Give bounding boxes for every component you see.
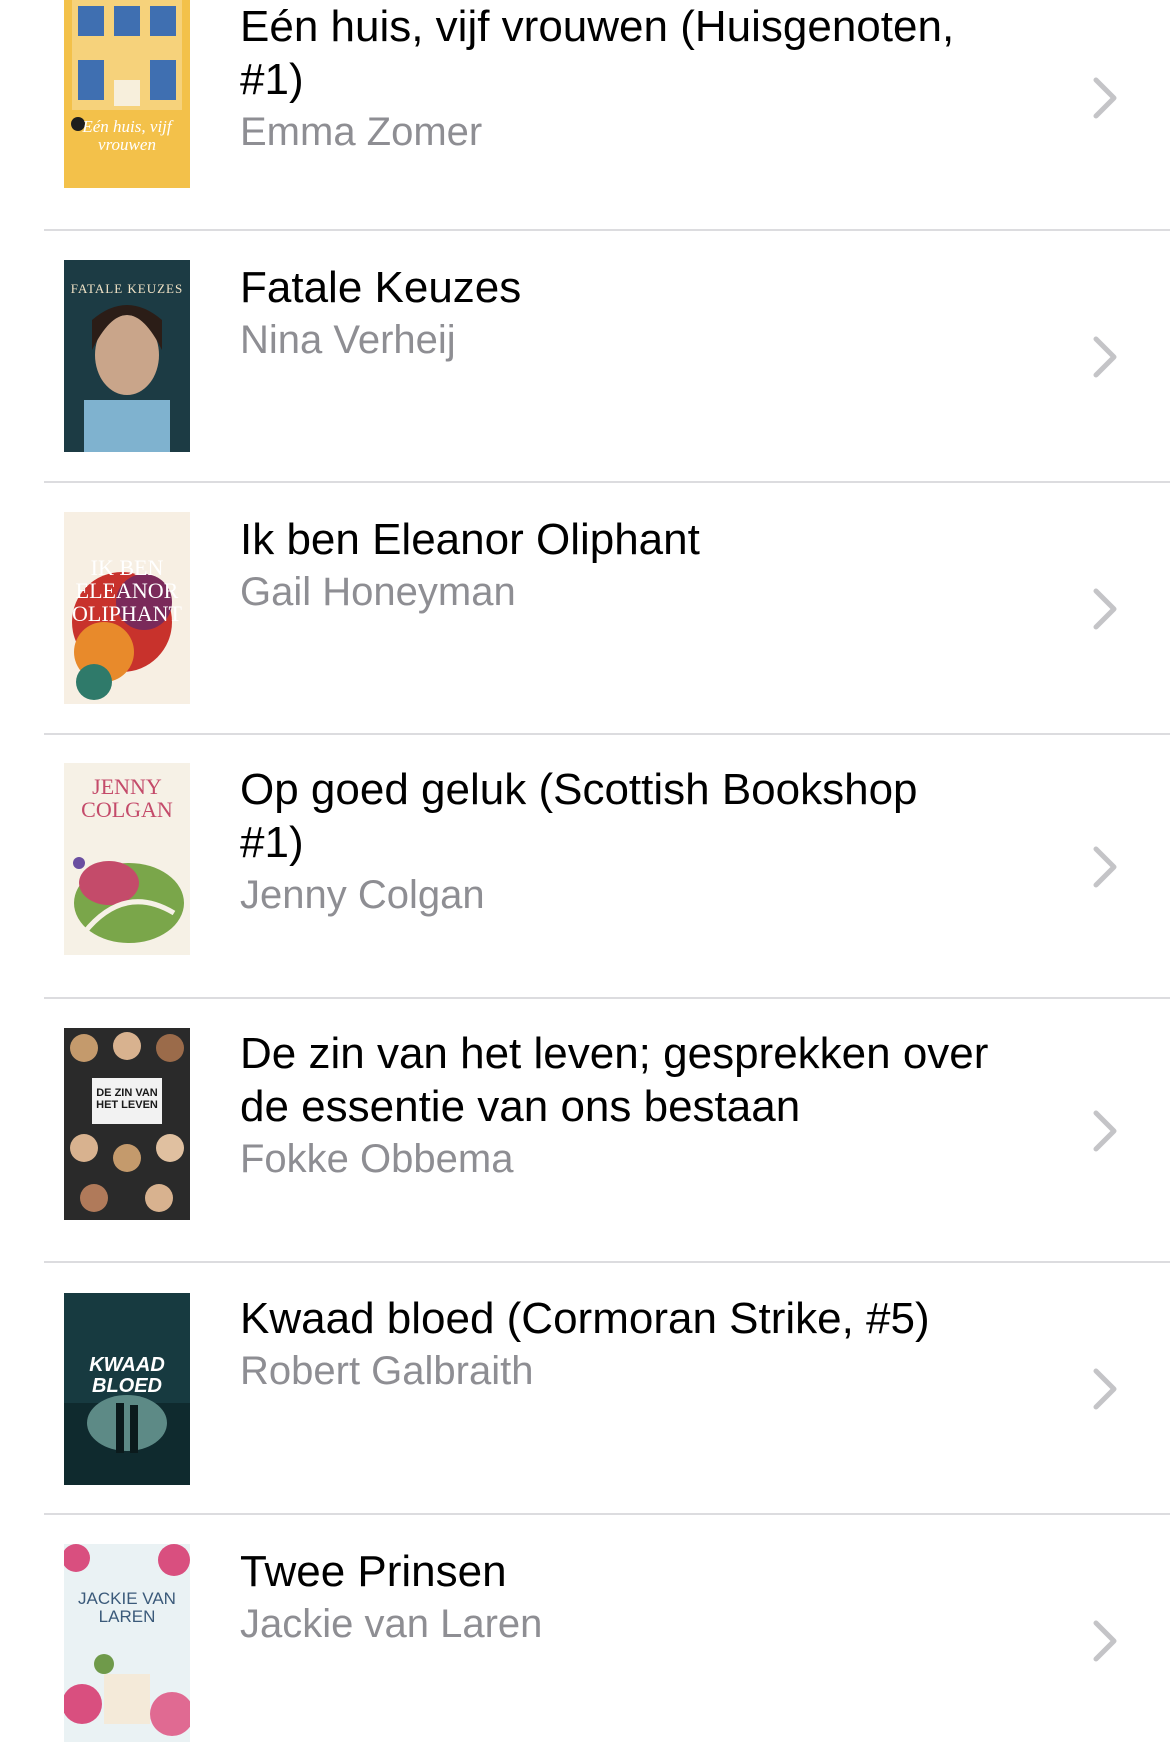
book-cover-image: Eén huis, vijf vrouwen [64, 0, 190, 188]
book-author: Gail Honeyman [240, 570, 516, 614]
book-title-line-2: de essentie van ons bestaan [240, 1082, 801, 1131]
book-text: Ik ben Eleanor Oliphant Gail Honeyman [240, 513, 1040, 618]
chevron-right-icon [1093, 588, 1117, 630]
cover-title-text: IK BEN ELEANOR OLIPHANT [72, 555, 182, 627]
chevron-right-icon [1093, 846, 1117, 888]
book-title-line-2: #1) [240, 818, 304, 867]
chevron-right-icon [1093, 1368, 1117, 1410]
book-row[interactable]: IK BEN ELEANOR OLIPHANT Ik ben Eleanor O… [0, 483, 1170, 733]
book-cover-image: JENNY COLGAN [64, 763, 190, 955]
book-row[interactable]: FATALE KEUZES Fatale Keuzes Nina Verheij [0, 231, 1170, 481]
book-title: Fatale Keuzes [240, 263, 522, 312]
book-author: Emma Zomer [240, 110, 483, 154]
book-cover-image: IK BEN ELEANOR OLIPHANT [64, 512, 190, 704]
book-title: Twee Prinsen [240, 1547, 507, 1596]
book-cover-image: FATALE KEUZES [64, 260, 190, 452]
cover-title-text: FATALE KEUZES [70, 281, 184, 296]
chevron-right-icon [1093, 77, 1117, 119]
book-title: Ik ben Eleanor Oliphant [240, 515, 700, 564]
book-row[interactable]: JENNY COLGAN Op goed geluk (Scottish Boo… [0, 735, 1170, 997]
cover-title-text: JENNY COLGAN [81, 774, 173, 823]
book-text: Op goed geluk (Scottish Bookshop #1) Jen… [240, 763, 1040, 921]
book-row[interactable]: DE ZIN VAN HET LEVEN De zin van het leve… [0, 999, 1170, 1261]
book-title-line-1: Eén huis, vijf vrouwen (Huisgenoten, [240, 2, 955, 51]
cover-title-text: JACKIE VAN LAREN [78, 1589, 176, 1626]
book-text: Eén huis, vijf vrouwen (Huisgenoten, #1)… [240, 0, 1040, 158]
chevron-right-icon [1093, 1110, 1117, 1152]
book-author: Nina Verheij [240, 318, 456, 362]
book-title-line-1: Op goed geluk (Scottish Bookshop [240, 765, 918, 814]
book-text: Fatale Keuzes Nina Verheij [240, 261, 1040, 366]
book-text: Twee Prinsen Jackie van Laren [240, 1545, 1040, 1650]
book-text: Kwaad bloed (Cormoran Strike, #5) Robert… [240, 1292, 1040, 1397]
cover-title-text: KWAAD BLOED [89, 1354, 165, 1397]
book-cover-image: JACKIE VAN LAREN [64, 1544, 190, 1742]
book-cover-image: KWAAD BLOED [64, 1293, 190, 1485]
book-title-line-1: De zin van het leven; gesprekken over [240, 1029, 989, 1078]
book-row[interactable]: Eén huis, vijf vrouwen Eén huis, vijf vr… [0, 0, 1170, 230]
book-row[interactable]: JACKIE VAN LAREN Twee Prinsen Jackie van… [0, 1515, 1170, 1742]
book-title-line-2: #1) [240, 55, 304, 104]
book-text: De zin van het leven; gesprekken over de… [240, 1027, 1040, 1185]
chevron-right-icon [1093, 1620, 1117, 1662]
cover-title-text: Eén huis, vijf vrouwen [82, 117, 172, 154]
book-author: Fokke Obbema [240, 1137, 514, 1181]
book-list: Eén huis, vijf vrouwen Eén huis, vijf vr… [0, 0, 1170, 1742]
book-row[interactable]: KWAAD BLOED Kwaad bloed (Cormoran Strike… [0, 1263, 1170, 1513]
book-author: Jackie van Laren [240, 1602, 543, 1646]
chevron-right-icon [1093, 336, 1117, 378]
book-title: Kwaad bloed (Cormoran Strike, #5) [240, 1294, 930, 1343]
book-author: Jenny Colgan [240, 873, 485, 917]
book-author: Robert Galbraith [240, 1349, 534, 1393]
book-cover-image: DE ZIN VAN HET LEVEN [64, 1028, 190, 1220]
cover-title-text: DE ZIN VAN HET LEVEN [96, 1087, 158, 1111]
